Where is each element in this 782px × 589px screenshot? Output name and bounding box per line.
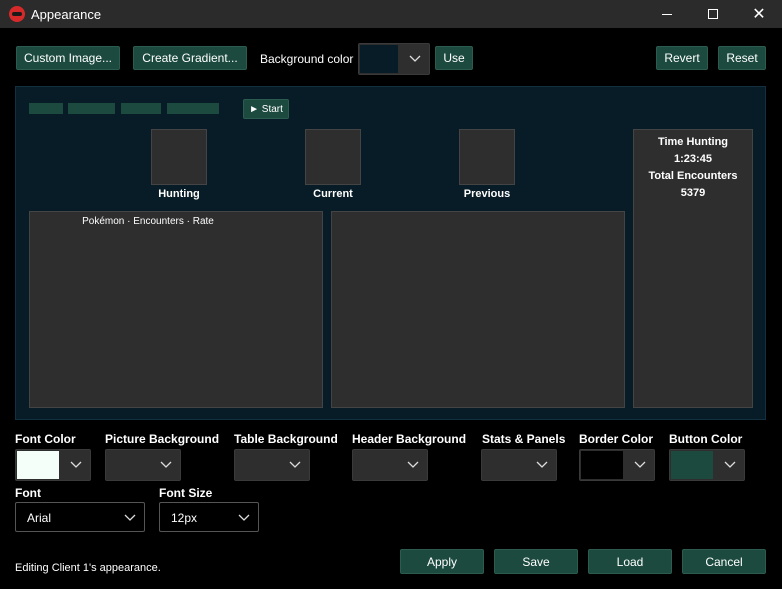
font-select-value: Arial bbox=[27, 511, 52, 525]
close-icon: ✕ bbox=[752, 4, 766, 23]
header-background-label: Header Background bbox=[352, 432, 467, 446]
maximize-icon bbox=[708, 9, 718, 19]
total-encounters-value: 5379 bbox=[680, 187, 706, 199]
hunting-label: Hunting bbox=[158, 188, 200, 200]
load-button[interactable]: Load bbox=[588, 549, 672, 574]
preview-tab bbox=[68, 103, 115, 114]
background-color-label: Background color bbox=[260, 52, 354, 66]
chevron-down-icon bbox=[634, 458, 646, 470]
close-button[interactable]: ✕ bbox=[736, 0, 782, 28]
time-hunting-value: 1:23:45 bbox=[674, 153, 712, 165]
chevron-down-icon bbox=[160, 458, 172, 470]
table-background-label: Table Background bbox=[234, 432, 338, 446]
cancel-button[interactable]: Cancel bbox=[682, 549, 766, 574]
window-title: Appearance bbox=[31, 7, 102, 22]
button-color-label: Button Color bbox=[669, 432, 743, 446]
use-button[interactable]: Use bbox=[435, 46, 473, 70]
current-label: Current bbox=[313, 188, 353, 200]
secondary-panel bbox=[331, 211, 625, 408]
hunting-picture bbox=[151, 129, 207, 185]
chevron-down-icon bbox=[409, 52, 421, 64]
status-text: Editing Client 1's appearance. bbox=[15, 562, 161, 574]
maximize-button[interactable] bbox=[690, 0, 736, 28]
table-background-swatch bbox=[236, 451, 278, 479]
font-size-select-value: 12px bbox=[171, 511, 198, 525]
stats-panels-swatch bbox=[483, 451, 525, 479]
title-bar: Appearance ✕ bbox=[0, 0, 782, 28]
border-color-picker[interactable] bbox=[579, 449, 655, 481]
revert-button[interactable]: Revert bbox=[656, 46, 708, 70]
chevron-down-icon bbox=[70, 458, 82, 470]
previous-picture bbox=[459, 129, 515, 185]
create-gradient-button[interactable]: Create Gradient... bbox=[133, 46, 247, 70]
current-picture bbox=[305, 129, 361, 185]
picture-background-label: Picture Background bbox=[105, 432, 220, 446]
total-encounters-label: Total Encounters bbox=[648, 170, 738, 182]
preview-tab bbox=[29, 103, 63, 114]
encounters-table: Pokémon · Encounters · Rate bbox=[29, 211, 323, 408]
custom-image-button[interactable]: Custom Image... bbox=[16, 46, 120, 70]
background-color-swatch bbox=[360, 45, 398, 73]
font-select[interactable]: Arial bbox=[15, 502, 145, 532]
chevron-down-icon bbox=[724, 458, 736, 470]
picture-background-picker[interactable] bbox=[105, 449, 181, 481]
chevron-down-icon bbox=[536, 458, 548, 470]
button-color-swatch bbox=[671, 451, 713, 479]
chevron-down-icon bbox=[238, 511, 250, 523]
border-color-swatch bbox=[581, 451, 623, 479]
table-background-picker[interactable] bbox=[234, 449, 310, 481]
header-background-picker[interactable] bbox=[352, 449, 428, 481]
reset-button[interactable]: Reset bbox=[718, 46, 766, 70]
font-color-label: Font Color bbox=[15, 432, 76, 446]
picture-background-swatch bbox=[107, 451, 149, 479]
font-color-picker[interactable] bbox=[15, 449, 91, 481]
app-logo-icon bbox=[9, 6, 25, 22]
apply-button[interactable]: Apply bbox=[400, 549, 484, 574]
preview-tab bbox=[121, 103, 161, 114]
stats-panels-label: Stats & Panels bbox=[482, 432, 566, 446]
minimize-icon bbox=[662, 13, 672, 15]
chevron-down-icon bbox=[407, 458, 419, 470]
previous-label: Previous bbox=[463, 188, 511, 200]
font-color-swatch bbox=[17, 451, 59, 479]
start-button[interactable]: ► Start bbox=[243, 99, 289, 119]
save-button[interactable]: Save bbox=[494, 549, 578, 574]
chevron-down-icon bbox=[124, 511, 136, 523]
border-color-label: Border Color bbox=[579, 432, 654, 446]
table-header: Pokémon · Encounters · Rate bbox=[82, 216, 214, 227]
preview-tab bbox=[167, 103, 219, 114]
time-hunting-label: Time Hunting bbox=[657, 136, 729, 148]
chevron-down-icon bbox=[289, 458, 301, 470]
minimize-button[interactable] bbox=[644, 0, 690, 28]
stats-panel: Time Hunting 1:23:45 Total Encounters 53… bbox=[633, 129, 753, 408]
font-size-label: Font Size bbox=[159, 486, 213, 500]
stats-panels-picker[interactable] bbox=[481, 449, 557, 481]
button-color-picker[interactable] bbox=[669, 449, 745, 481]
font-size-select[interactable]: 12px bbox=[159, 502, 259, 532]
background-color-picker[interactable] bbox=[358, 43, 430, 75]
font-label: Font bbox=[15, 486, 41, 500]
header-background-swatch bbox=[354, 451, 396, 479]
